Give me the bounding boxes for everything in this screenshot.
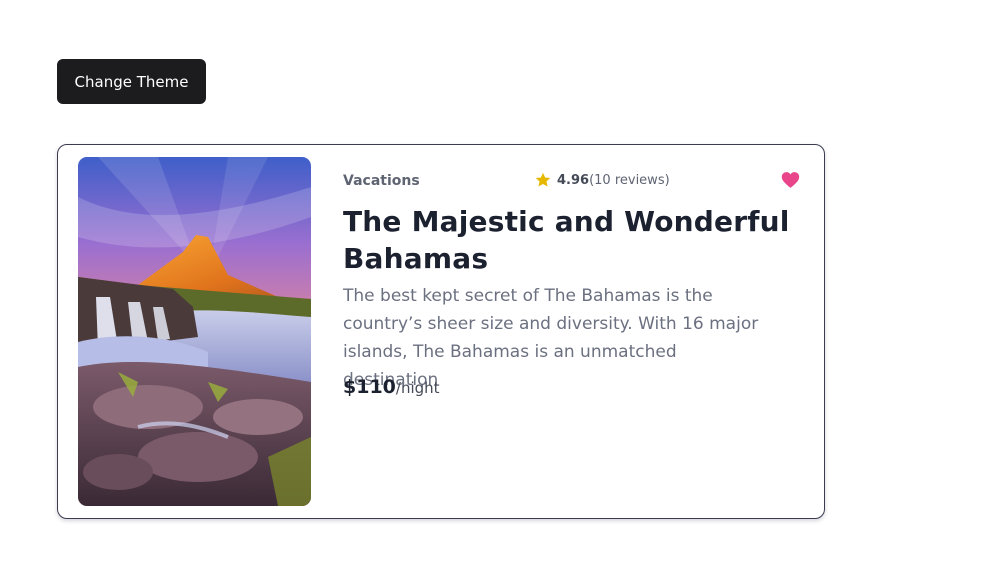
listing-photo (78, 157, 311, 506)
star-icon (535, 172, 551, 187)
listing-category: Vacations (343, 173, 420, 189)
rating-score: 4.96 (557, 172, 590, 188)
listing-rating: 4.96 (10 reviews) (534, 171, 670, 189)
change-theme-button[interactable]: Change Theme (57, 59, 206, 104)
listing-card: Vacations 4.96 (10 reviews) The Majestic… (57, 144, 825, 519)
price-unit: /night (395, 379, 440, 397)
listing-title: The Majestic and Wonderful Bahamas (343, 205, 790, 275)
rating-reviews-count: (10 reviews) (589, 172, 670, 188)
heart-icon[interactable] (781, 171, 800, 189)
listing-price: $110/night (343, 376, 440, 398)
price-amount: $110 (343, 376, 396, 398)
